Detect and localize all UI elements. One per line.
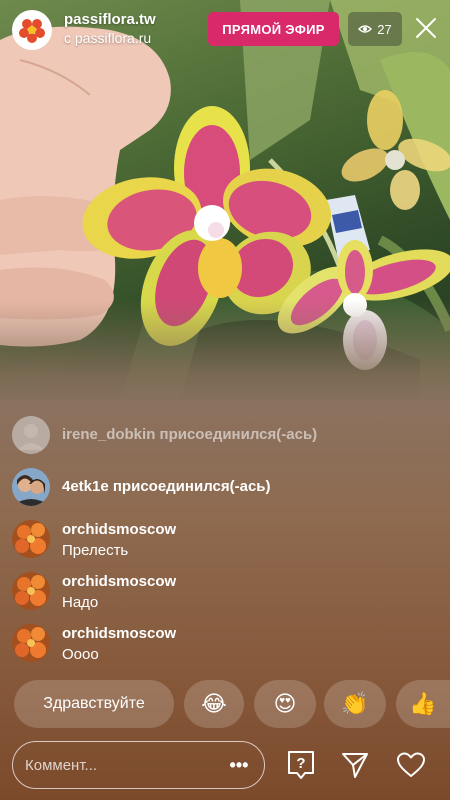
laughing-emoji-icon: 😂: [201, 691, 227, 716]
quick-reply-clap[interactable]: 👏: [324, 680, 386, 728]
svg-text:?: ?: [296, 755, 305, 772]
comment-text: Оооо: [62, 646, 99, 663]
orchid-avatar-icon: [12, 520, 50, 558]
live-badge-label: ПРЯМОЙ ЭФИР: [222, 21, 325, 37]
join-message: 4etk1e присоединился(-ась): [62, 478, 271, 495]
orchid-avatar[interactable]: [12, 624, 50, 662]
comment-text: Прелесть: [62, 542, 129, 559]
comment-text: Надо: [62, 594, 99, 611]
chat-comment-row: orchidsmoscow Надо: [12, 572, 432, 614]
account-guest: с passiflora.ru: [64, 30, 152, 46]
chat-join-row: 4etk1e присоединился(-ась): [12, 468, 432, 508]
comment-username[interactable]: orchidsmoscow: [62, 625, 176, 642]
thumbs-up-emoji-icon: 👍: [409, 691, 437, 716]
couple-photo-avatar[interactable]: [12, 468, 50, 506]
chat-comment-row: orchidsmoscow Оооо: [12, 624, 432, 666]
account-name[interactable]: passiflora.tw: [64, 11, 156, 28]
comment-username[interactable]: orchidsmoscow: [62, 521, 176, 538]
send-icon: [342, 753, 368, 778]
account-avatar[interactable]: [12, 10, 52, 50]
quick-reply-thumbs-up[interactable]: 👍: [396, 680, 450, 728]
quick-reply-laugh[interactable]: 😂: [184, 680, 244, 728]
join-message: irene_dobkin присоединился(-ась): [62, 426, 318, 443]
question-button[interactable]: ?: [284, 748, 318, 782]
heart-icon: [397, 752, 425, 777]
eye-icon: [358, 25, 373, 33]
heart-eyes-emoji-icon: 😍: [273, 691, 297, 716]
quick-reply-label: Здравствуйте: [43, 695, 145, 712]
orchid-avatar[interactable]: [12, 520, 50, 558]
live-video: [0, 0, 450, 400]
default-avatar[interactable]: [12, 416, 50, 454]
chat-join-row: irene_dobkin присоединился(-ась): [12, 416, 432, 456]
comment-username[interactable]: orchidsmoscow: [62, 573, 176, 590]
orchid-avatar[interactable]: [12, 572, 50, 610]
quick-reply-heart-eyes[interactable]: 😍: [254, 680, 316, 728]
passiflora-logo-icon: [16, 14, 48, 46]
person-placeholder-icon: [12, 416, 50, 454]
more-options-button[interactable]: •••: [224, 752, 254, 778]
orchid-avatar-icon: [12, 572, 50, 610]
chat-comment-row: orchidsmoscow Прелесть: [12, 520, 432, 562]
like-button[interactable]: [394, 748, 428, 782]
question-box-icon: ?: [288, 751, 314, 779]
close-icon: [416, 18, 436, 38]
more-dots-icon: •••: [229, 754, 249, 775]
viewer-count: 27: [377, 21, 392, 37]
quick-reply-greeting[interactable]: Здравствуйте: [14, 680, 174, 728]
viewer-count-badge[interactable]: 27: [348, 12, 402, 46]
couple-photo-icon: [12, 468, 50, 506]
close-button[interactable]: [412, 14, 440, 42]
live-header: passiflora.tw с passiflora.ru ПРЯМОЙ ЭФИ…: [0, 0, 450, 60]
send-button[interactable]: [338, 748, 372, 782]
live-badge: ПРЯМОЙ ЭФИР: [208, 12, 339, 46]
orchid-avatar-icon: [12, 624, 50, 662]
clap-emoji-icon: 👏: [341, 691, 369, 716]
